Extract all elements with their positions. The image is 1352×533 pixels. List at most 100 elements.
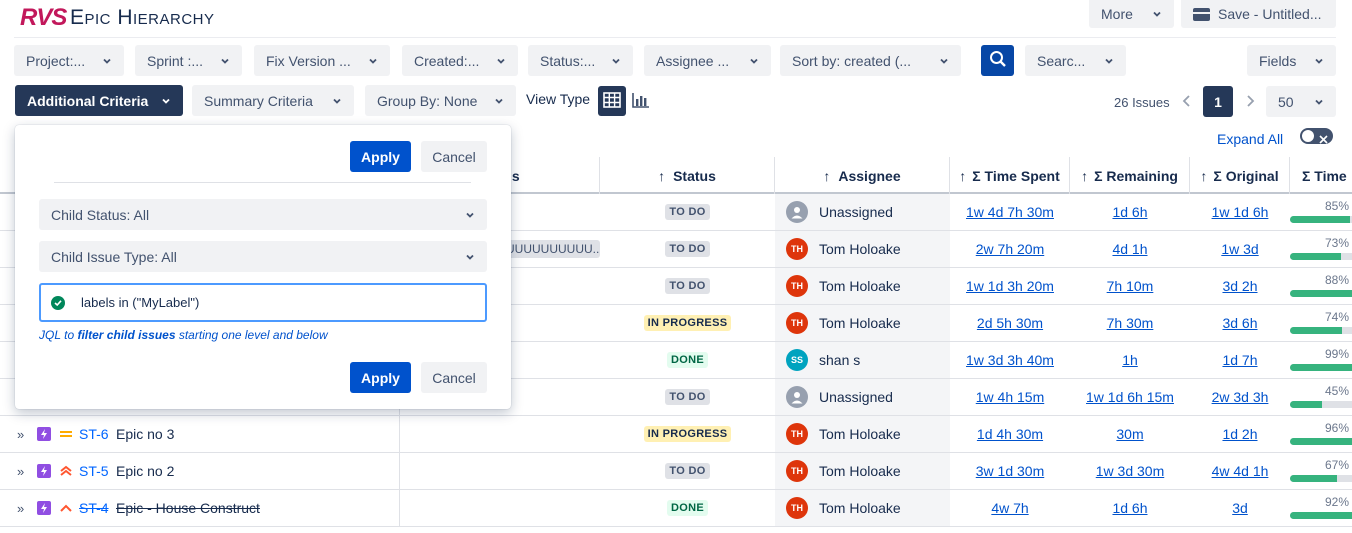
jql-input[interactable]: labels in ("MyLabel") [39,283,487,322]
epic-icon [37,490,51,526]
column-remaining[interactable]: ↑ Σ Remaining [1070,157,1190,194]
remaining-link[interactable]: 1w 1d 6h 15m [1070,379,1190,415]
original-link[interactable]: 4w 4d 1h [1190,453,1290,489]
remaining-link[interactable]: 1h [1070,342,1190,378]
column-time-spent[interactable]: ↑ Σ Time Spent [950,157,1070,194]
time-spent-link[interactable]: 2d 5h 30m [950,305,1070,341]
filter-created[interactable]: Created:... [402,45,518,76]
progress-bar-fill [1290,216,1350,223]
remaining-link[interactable]: 1d 6h [1070,194,1190,230]
table-row[interactable]: » ST-6 Epic no 3 IN PROGRESS TH Tom Holoake 1d… [0,416,1352,453]
issue-key[interactable]: ST-6 [79,416,109,452]
remaining-link[interactable]: 7h 30m [1070,305,1190,341]
original-link[interactable]: 3d 6h [1190,305,1290,341]
original-link[interactable]: 3d 2h [1190,268,1290,304]
fields-button[interactable]: Fields [1247,45,1336,76]
remaining-link[interactable]: 1w 3d 30m [1070,453,1190,489]
save-icon [1193,7,1210,21]
prev-page-button[interactable] [1178,90,1196,114]
remaining-link[interactable]: 30m [1070,416,1190,452]
time-spent-link[interactable]: 1d 4h 30m [950,416,1070,452]
sort-arrow-icon: ↑ [823,167,831,184]
page-size-select[interactable]: 50 [1266,86,1336,117]
assignee-cell[interactable]: TH Tom Holoake [786,416,901,452]
jql-hint: JQL to filter child issues starting one … [39,328,328,342]
child-issue-type-select[interactable]: Child Issue Type: All [39,241,487,272]
original-link[interactable]: 1d 2h [1190,416,1290,452]
filter-sprint[interactable]: Sprint :... [135,45,242,76]
chevron-down-icon [161,96,171,106]
chart-view-button[interactable] [628,86,654,116]
issue-summary: Epic - House Construct [116,500,260,516]
time-spent-link[interactable]: 4w 7h [950,490,1070,526]
time-spent-link[interactable]: 1w 4h 15m [950,379,1070,415]
column-original[interactable]: ↑ Σ Original [1190,157,1290,194]
toggle-knob [1302,130,1314,142]
remaining-link[interactable]: 7h 10m [1070,268,1190,304]
summary-criteria-button[interactable]: Summary Criteria [192,85,354,116]
sort-arrow-icon: ↑ [1081,167,1089,184]
additional-criteria-button[interactable]: Additional Criteria [15,85,183,116]
assignee-cell[interactable]: TH Tom Holoake [786,305,901,341]
assignee-cell[interactable]: TH Tom Holoake [786,453,901,489]
more-button[interactable]: More [1089,0,1174,28]
grid-view-button[interactable] [598,86,626,116]
issue-key[interactable]: ST-4 [79,490,109,526]
assignee-cell[interactable]: Unassigned [786,379,893,415]
column-time-progress[interactable]: Σ Time [1290,157,1352,194]
chevron-down-icon [749,56,759,66]
original-link[interactable]: 3d [1190,490,1290,526]
filter-status[interactable]: Status:... [528,45,633,76]
filter-assignee[interactable]: Assignee ... [644,45,771,76]
issue-summary: Epic no 2 [116,463,175,479]
original-link[interactable]: 1w 3d [1190,231,1290,267]
original-link[interactable]: 1d 7h [1190,342,1290,378]
save-button[interactable]: Save - Untitled... [1181,0,1336,28]
avatar: TH [786,312,808,334]
additional-criteria-popup: Apply Cancel Child Status: All Child Iss… [15,125,511,409]
expand-row-button[interactable]: » [17,490,24,526]
filter-fix-version[interactable]: Fix Version ... [254,45,390,76]
sort-by-select[interactable]: Sort by: created (... [780,45,961,76]
current-page-button[interactable]: 1 [1203,86,1233,117]
expand-row-button[interactable]: » [17,416,24,452]
issue-key[interactable]: ST-5 [79,453,109,489]
sort-arrow-icon: ↑ [1200,167,1208,184]
priority-highest-icon [59,453,73,489]
cancel-button-bottom[interactable]: Cancel [421,362,487,393]
child-status-select[interactable]: Child Status: All [39,199,487,230]
search-button[interactable] [981,45,1014,76]
time-spent-link[interactable]: 3w 1d 30m [950,453,1070,489]
apply-button-bottom[interactable]: Apply [350,362,411,393]
cancel-button-top[interactable]: Cancel [421,141,487,172]
progress-percent: 99% [1325,347,1350,361]
assignee-cell[interactable]: TH Tom Holoake [786,231,901,267]
original-link[interactable]: 1w 1d 6h [1190,194,1290,230]
column-assignee[interactable]: ↑ Assignee [775,157,950,194]
time-spent-link[interactable]: 2w 7h 20m [950,231,1070,267]
remaining-link[interactable]: 1d 6h [1070,490,1190,526]
assignee-cell[interactable]: TH Tom Holoake [786,268,901,304]
priority-medium-icon [59,416,73,452]
time-spent-link[interactable]: 1w 4d 7h 30m [950,194,1070,230]
assignee-cell[interactable]: Unassigned [786,194,893,230]
apply-button-top[interactable]: Apply [350,141,411,172]
search-select[interactable]: Searc... [1025,45,1126,76]
expand-all-toggle[interactable] [1300,128,1333,144]
time-spent-link[interactable]: 1w 1d 3h 20m [950,268,1070,304]
avatar: TH [786,423,808,445]
group-by-select[interactable]: Group By: None [365,85,516,116]
assignee-cell[interactable]: TH Tom Holoake [786,490,901,526]
next-page-button[interactable] [1241,90,1259,114]
original-link[interactable]: 2w 3d 3h [1190,379,1290,415]
column-status[interactable]: ↑ Status [600,157,775,194]
filter-project[interactable]: Project:... [14,45,124,76]
remaining-link[interactable]: 4d 1h [1070,231,1190,267]
table-row[interactable]: » ST-4 Epic - House Construct DONE TH Tom Hol… [0,490,1352,527]
table-row[interactable]: » ST-5 Epic no 2 TO DO TH Tom Holoake 3w 1d 30… [0,453,1352,490]
time-spent-link[interactable]: 1w 3d 3h 40m [950,342,1070,378]
assignee-cell[interactable]: SS shan s [786,342,860,378]
expand-all-label[interactable]: Expand All [1217,131,1283,147]
progress-percent: 96% [1325,421,1350,435]
expand-row-button[interactable]: » [17,453,24,489]
